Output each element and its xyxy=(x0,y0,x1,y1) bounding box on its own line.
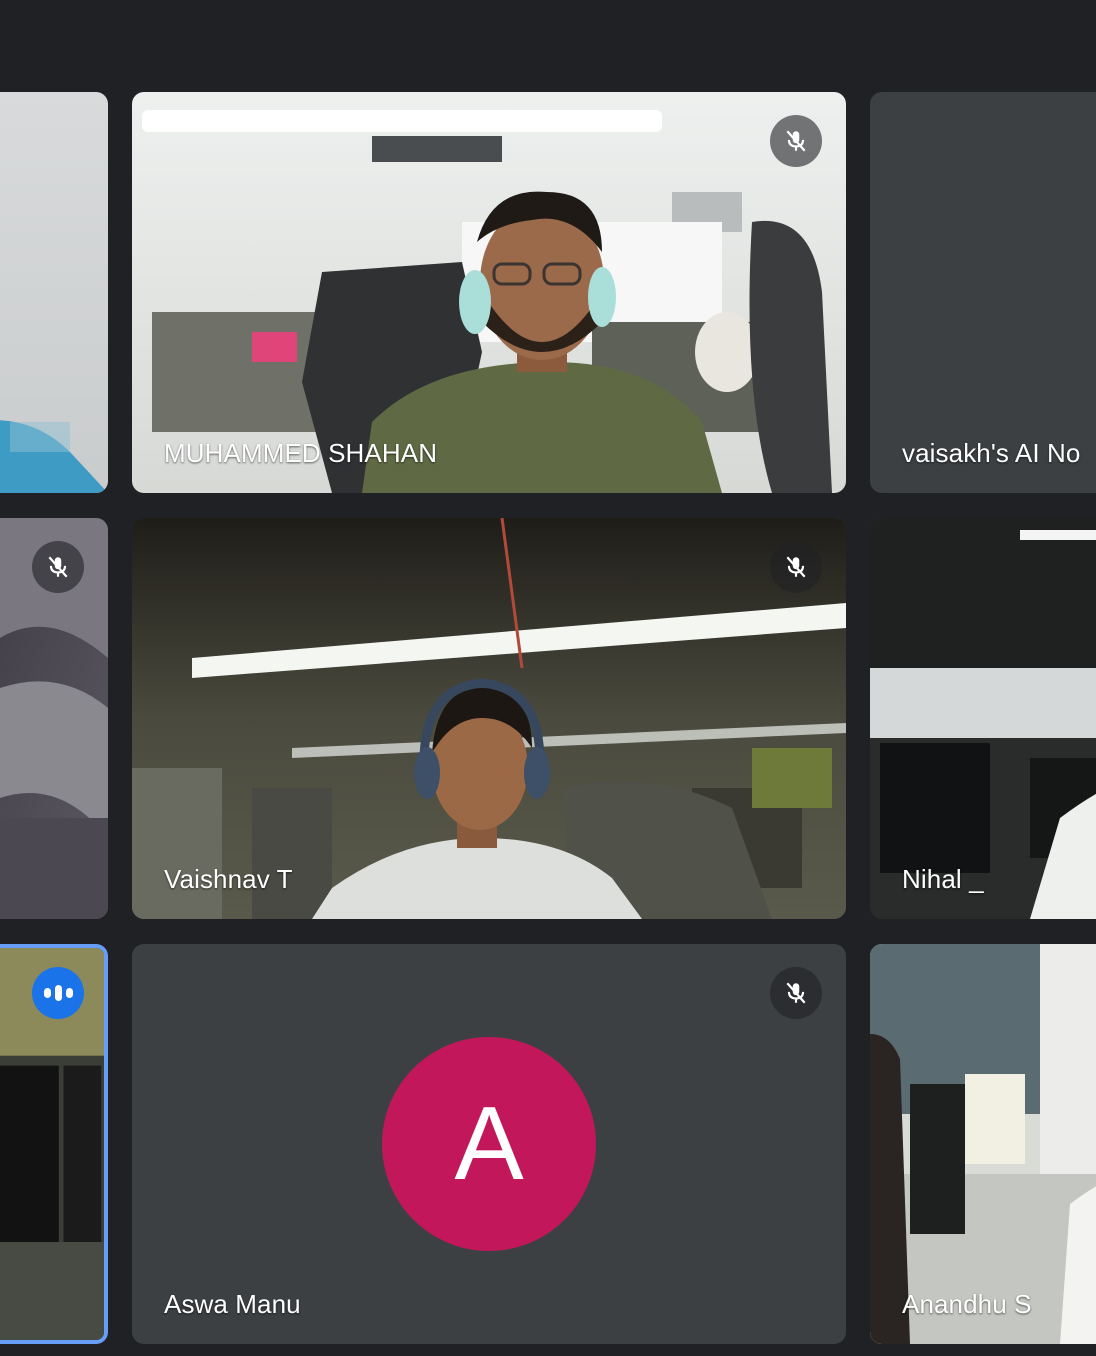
mic-off-icon xyxy=(48,556,68,578)
participant-name: Vaishnav T xyxy=(164,864,293,894)
mic-off-icon xyxy=(786,130,806,152)
mic-off-indicator xyxy=(32,541,84,593)
audio-level-icon xyxy=(42,985,75,1001)
participant-tile[interactable]: vaisakh's AI No xyxy=(870,92,1096,493)
meeting-grid: MUHAMMED SHAHAN vaisakh's AI No Vaishnav… xyxy=(0,0,1096,1356)
participant-video xyxy=(870,944,1096,1344)
participant-name: Nihal _ xyxy=(902,864,984,894)
participant-video xyxy=(870,518,1096,919)
mic-off-indicator xyxy=(770,967,822,1019)
participant-tile[interactable] xyxy=(0,92,108,493)
participant-tile[interactable]: Anandhu S xyxy=(870,944,1096,1344)
participant-tile[interactable] xyxy=(0,518,108,919)
participant-name: vaisakh's AI No xyxy=(902,438,1081,468)
participant-name: MUHAMMED SHAHAN xyxy=(164,438,438,468)
participant-tile[interactable]: A Aswa Manu xyxy=(132,944,846,1344)
mic-off-icon xyxy=(786,556,806,578)
participant-tile[interactable]: Nihal _ xyxy=(870,518,1096,919)
participant-video xyxy=(132,92,846,493)
participant-name: Anandhu S xyxy=(902,1289,1032,1319)
mic-off-indicator xyxy=(770,541,822,593)
participant-name: Aswa Manu xyxy=(164,1289,301,1319)
mic-off-indicator xyxy=(770,115,822,167)
avatar: A xyxy=(382,1037,596,1251)
participant-video xyxy=(0,92,108,493)
participant-video xyxy=(132,518,846,919)
participant-tile-active-speaker[interactable] xyxy=(0,944,108,1344)
participant-tile[interactable]: MUHAMMED SHAHAN xyxy=(132,92,846,493)
mic-off-icon xyxy=(786,982,806,1004)
participant-tile[interactable]: Vaishnav T xyxy=(132,518,846,919)
speaking-indicator xyxy=(32,967,84,1019)
